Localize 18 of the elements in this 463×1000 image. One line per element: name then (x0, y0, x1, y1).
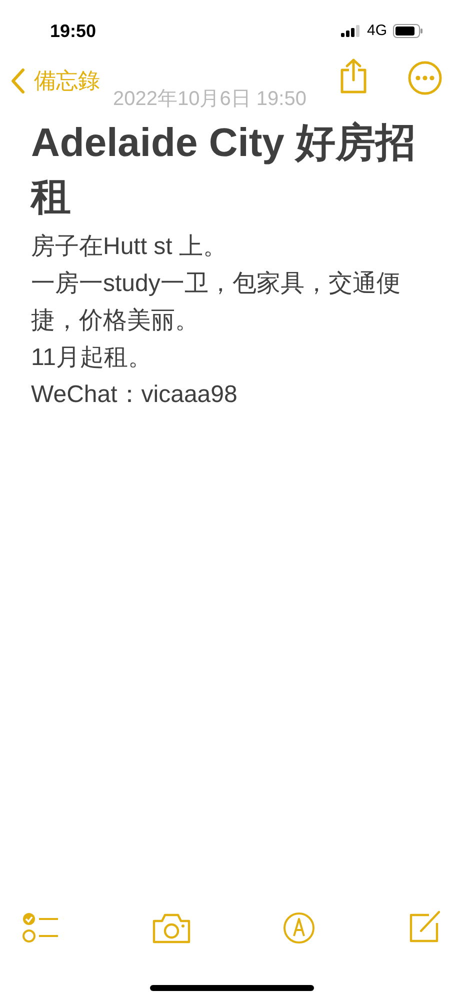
network-label: 4G (366, 20, 387, 41)
checklist-icon[interactable] (22, 913, 59, 943)
back-button[interactable]: 備忘錄 (10, 64, 100, 97)
note-text: 房子在Hutt st 上。 (31, 232, 228, 262)
note-date: 2022年10月6日 19:50 (113, 87, 306, 112)
compose-icon[interactable] (409, 909, 441, 943)
note-text: 一房一study一卫，包家具，交通便捷，价格美丽。 (31, 269, 402, 336)
note-text: WeChat：vicaaa98 (31, 380, 238, 410)
share-icon[interactable] (339, 58, 368, 94)
more-icon[interactable] (408, 61, 442, 95)
back-chevron-icon (10, 66, 26, 94)
note-title: Adelaide City 好房招租 (31, 120, 416, 221)
battery-icon (393, 24, 423, 38)
note-text: 11月起租。 (31, 343, 153, 373)
markup-pen-icon[interactable] (283, 912, 315, 944)
signal-icon (340, 25, 361, 37)
camera-icon[interactable] (152, 912, 191, 944)
status-time: 19:50 (50, 20, 96, 42)
